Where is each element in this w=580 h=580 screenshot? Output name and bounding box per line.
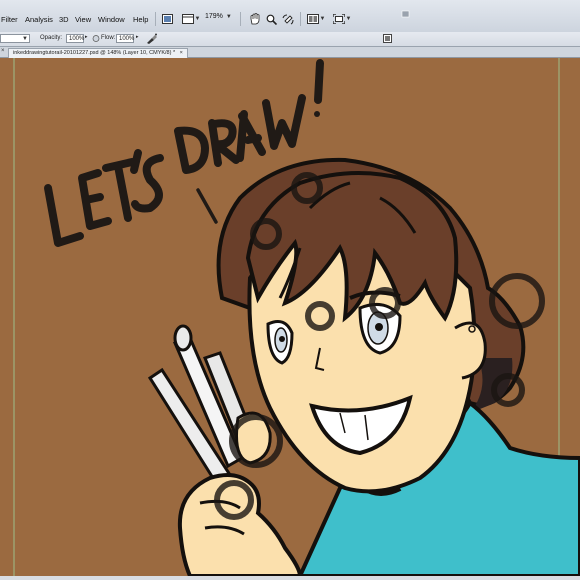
- restore-window-icon[interactable]: [400, 5, 414, 18]
- mini-bridge-icon[interactable]: [160, 12, 174, 26]
- toolbar-separator: [155, 12, 156, 26]
- hand-tool-icon[interactable]: [247, 12, 261, 26]
- zoom-tool-icon[interactable]: [264, 12, 278, 26]
- extras-dropdown[interactable]: ▼: [180, 12, 202, 26]
- rotate-view-icon[interactable]: [281, 12, 295, 26]
- opacity-field[interactable]: 100%: [66, 34, 84, 43]
- document-tab-title: inkeddrawingtutorail-20101227.psd @ 148%…: [13, 50, 176, 56]
- menu-help[interactable]: Help: [133, 15, 148, 24]
- opacity-dropdown-icon[interactable]: ▸: [85, 34, 88, 40]
- close-icon[interactable]: ×: [1, 48, 5, 54]
- artwork[interactable]: [0, 58, 580, 576]
- screen-mode-icon[interactable]: ▼: [331, 12, 353, 26]
- screen-frame-icon: [332, 14, 345, 24]
- zoom-level[interactable]: 179% ▼: [205, 13, 232, 20]
- document-tab-bar: × inkeddrawingtutorail-20101227.psd @ 14…: [0, 47, 580, 58]
- menu-filter[interactable]: Filter: [1, 15, 18, 24]
- document-tab[interactable]: inkeddrawingtutorail-20101227.psd @ 148%…: [8, 48, 188, 58]
- flow-label: Flow:: [101, 35, 116, 41]
- layout-icon: [181, 14, 194, 24]
- flow-dropdown-icon[interactable]: ▸: [136, 34, 139, 40]
- options-bar: ▼ Opacity: 100% ▸ Flow: 100% ▸: [0, 32, 580, 47]
- hand: [177, 472, 303, 576]
- flow-field[interactable]: 100%: [116, 34, 134, 43]
- zoom-value: 179%: [205, 13, 223, 20]
- tab-close-icon[interactable]: ×: [180, 50, 183, 56]
- airbrush-icon[interactable]: [146, 33, 158, 44]
- menu-window[interactable]: Window: [98, 15, 125, 24]
- tablet-pressure-icon[interactable]: [92, 33, 100, 43]
- brush-panel-icon[interactable]: [382, 33, 392, 44]
- status-bar: [0, 576, 580, 580]
- document-canvas[interactable]: [0, 58, 580, 576]
- arrange-documents-icon[interactable]: ▼: [305, 12, 327, 26]
- menu-analysis[interactable]: Analysis: [25, 15, 53, 24]
- menu-3d[interactable]: 3D: [59, 15, 69, 24]
- opacity-label: Opacity:: [40, 35, 63, 41]
- application-bar: Filter Analysis 3D View Window Help ▼ 17…: [0, 0, 580, 33]
- brush-mode-select[interactable]: ▼: [0, 34, 30, 43]
- toolbar-separator: [300, 12, 301, 26]
- toolbar-separator: [240, 12, 241, 26]
- arrange-grid-icon: [306, 14, 319, 24]
- menu-view[interactable]: View: [75, 15, 91, 24]
